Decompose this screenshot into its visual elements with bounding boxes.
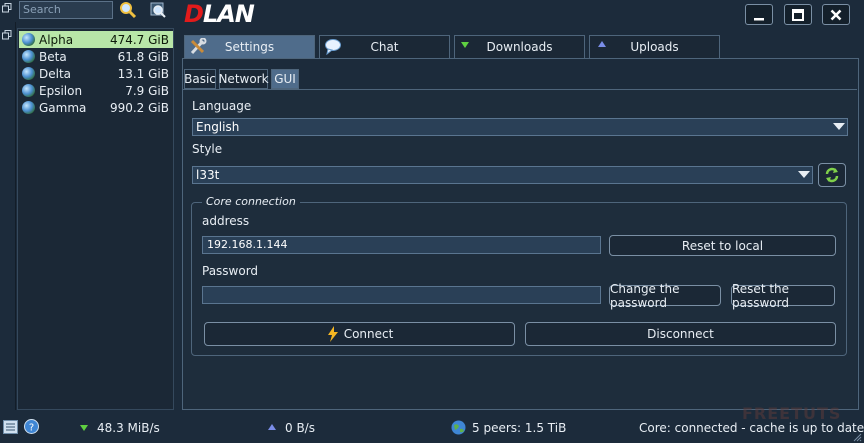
peer-row[interactable]: Epsilon 7.9 GiB (19, 82, 173, 99)
maximize-button[interactable] (784, 4, 812, 25)
language-select[interactable]: English (192, 118, 848, 136)
speech-bubble-icon (324, 38, 342, 56)
tab-settings[interactable]: Settings (184, 35, 315, 58)
peer-row[interactable]: Alpha 474.7 GiB (19, 31, 173, 48)
globe-icon (22, 67, 35, 80)
tools-icon (189, 37, 207, 55)
change-password-button[interactable]: Change the password (609, 282, 721, 310)
address-label: address (202, 214, 250, 228)
minimize-button[interactable] (745, 4, 773, 25)
side-dock-strip (0, 22, 16, 410)
language-label: Language (192, 99, 252, 113)
subtab-label: GUI (274, 72, 296, 86)
svg-text:?: ? (29, 423, 34, 434)
reload-style-button[interactable] (818, 163, 846, 187)
tab-uploads[interactable]: Uploads (589, 35, 720, 58)
peer-share-size: 7.9 GiB (125, 83, 169, 98)
style-label: Style (192, 142, 223, 156)
subtab-network[interactable]: Network (218, 69, 269, 89)
chevron-down-icon (798, 171, 810, 178)
close-icon (830, 9, 842, 20)
reset-to-local-button[interactable]: Reset to local (609, 235, 836, 256)
globe-icon (451, 420, 466, 435)
language-value: English (196, 120, 240, 134)
log-icon[interactable] (3, 420, 18, 434)
arrow-up-icon (598, 41, 607, 48)
reset-password-button[interactable]: Reset the password (731, 282, 835, 310)
upload-rate: 0 B/s (285, 421, 315, 435)
globe-icon (22, 101, 35, 114)
globe-icon (22, 84, 35, 97)
tab-chat[interactable]: Chat (319, 35, 450, 58)
peer-share-size: 13.1 GiB (117, 66, 169, 81)
tab-label: Chat (370, 40, 399, 54)
connect-label: Connect (343, 327, 394, 341)
tab-label: Uploads (630, 40, 679, 54)
download-rate: 48.3 MiB/s (97, 421, 160, 435)
tab-label: Downloads (486, 40, 553, 54)
peer-name: Alpha (39, 32, 74, 47)
dock-restore-icon[interactable] (2, 3, 12, 13)
close-button[interactable] (822, 4, 850, 25)
app-logo: DLAN (184, 0, 255, 28)
globe-icon (22, 33, 35, 46)
download-rate-icon (80, 425, 88, 431)
search-input[interactable]: Search (19, 1, 113, 19)
peer-name: Delta (39, 66, 72, 81)
peer-name: Beta (39, 49, 67, 64)
peer-name: Gamma (39, 100, 87, 115)
peers-summary: 5 peers: 1.5 TiB (472, 421, 567, 435)
arrow-down-icon (461, 42, 470, 49)
style-select[interactable]: l33t (192, 166, 813, 184)
subtab-label: Network (218, 72, 269, 86)
address-field[interactable]: 192.168.1.144 (202, 236, 601, 254)
disconnect-button[interactable]: Disconnect (525, 322, 836, 346)
reload-icon (825, 167, 839, 183)
dock-restore-icon[interactable] (2, 30, 12, 40)
peer-row[interactable]: Gamma 990.2 GiB (19, 99, 173, 116)
peer-share-size: 61.8 GiB (117, 49, 169, 64)
subtab-gui[interactable]: GUI (271, 69, 299, 89)
peer-share-size: 990.2 GiB (109, 100, 169, 115)
subtab-label: Basic (184, 72, 216, 86)
connect-button[interactable]: Connect (204, 322, 515, 346)
chevron-down-icon (833, 123, 845, 130)
upload-rate-icon (268, 424, 276, 430)
maximize-icon (792, 8, 804, 21)
tab-downloads[interactable]: Downloads (454, 35, 585, 58)
password-field[interactable] (202, 286, 601, 304)
core-status: Core: connected - cache is up to date (639, 421, 864, 435)
peer-name: Epsilon (39, 83, 83, 98)
peer-row[interactable]: Beta 61.8 GiB (19, 48, 173, 65)
magnifier-icon[interactable] (119, 1, 137, 19)
globe-icon (22, 50, 35, 63)
subtab-basic[interactable]: Basic (184, 69, 216, 89)
style-value: l33t (196, 168, 220, 182)
peer-share-size: 474.7 GiB (109, 32, 169, 47)
peer-row[interactable]: Delta 13.1 GiB (19, 65, 173, 82)
resize-grip-icon[interactable] (852, 432, 862, 442)
search-own-files-icon[interactable] (149, 1, 167, 19)
peer-list[interactable]: Alpha 474.7 GiB Beta 61.8 GiB Delta 13.1… (17, 28, 174, 410)
lightning-icon (327, 326, 338, 342)
minimize-icon (754, 17, 764, 20)
tab-label: Settings (224, 40, 275, 54)
core-connection-title: Core connection (202, 195, 300, 208)
help-icon[interactable]: ? (24, 419, 39, 434)
password-label: Password (202, 264, 259, 278)
